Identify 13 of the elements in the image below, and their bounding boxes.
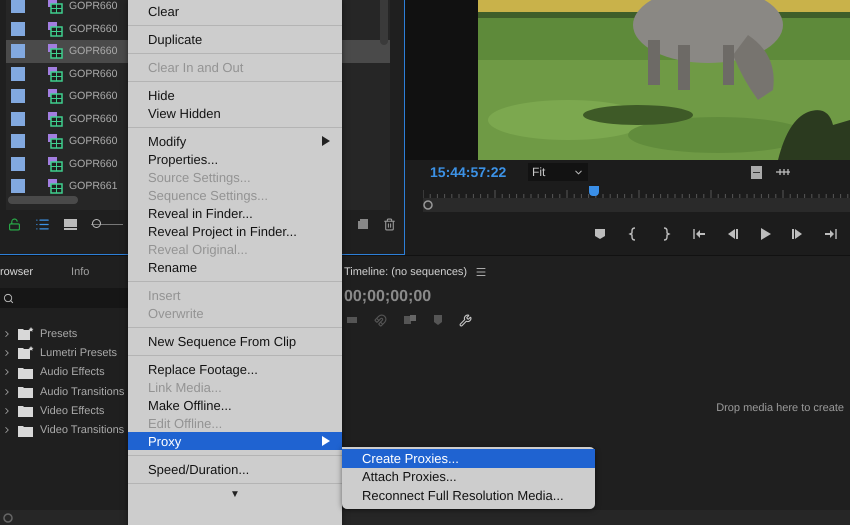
timecode: 00;00;00;00 xyxy=(344,288,432,307)
clip-name: GOPR660 xyxy=(69,158,118,170)
clip-name: GOPR660 xyxy=(69,135,118,148)
panel-title: Timeline: (no sequences) xyxy=(344,266,468,278)
clip-name: GOPR660 xyxy=(69,90,118,102)
timecode: 15:44:57:22 xyxy=(430,164,508,180)
clip-name: GOPR660 xyxy=(69,112,118,125)
clip-name: GOPR660 xyxy=(69,45,118,58)
clip-name: GOPR660 xyxy=(69,22,118,35)
clip-name: GOPR660 xyxy=(69,68,118,80)
empty-message: Drop media here to create xyxy=(716,402,844,414)
clip-name: GOPR660 xyxy=(69,0,118,12)
clip-name: GOPR661 xyxy=(69,180,118,192)
